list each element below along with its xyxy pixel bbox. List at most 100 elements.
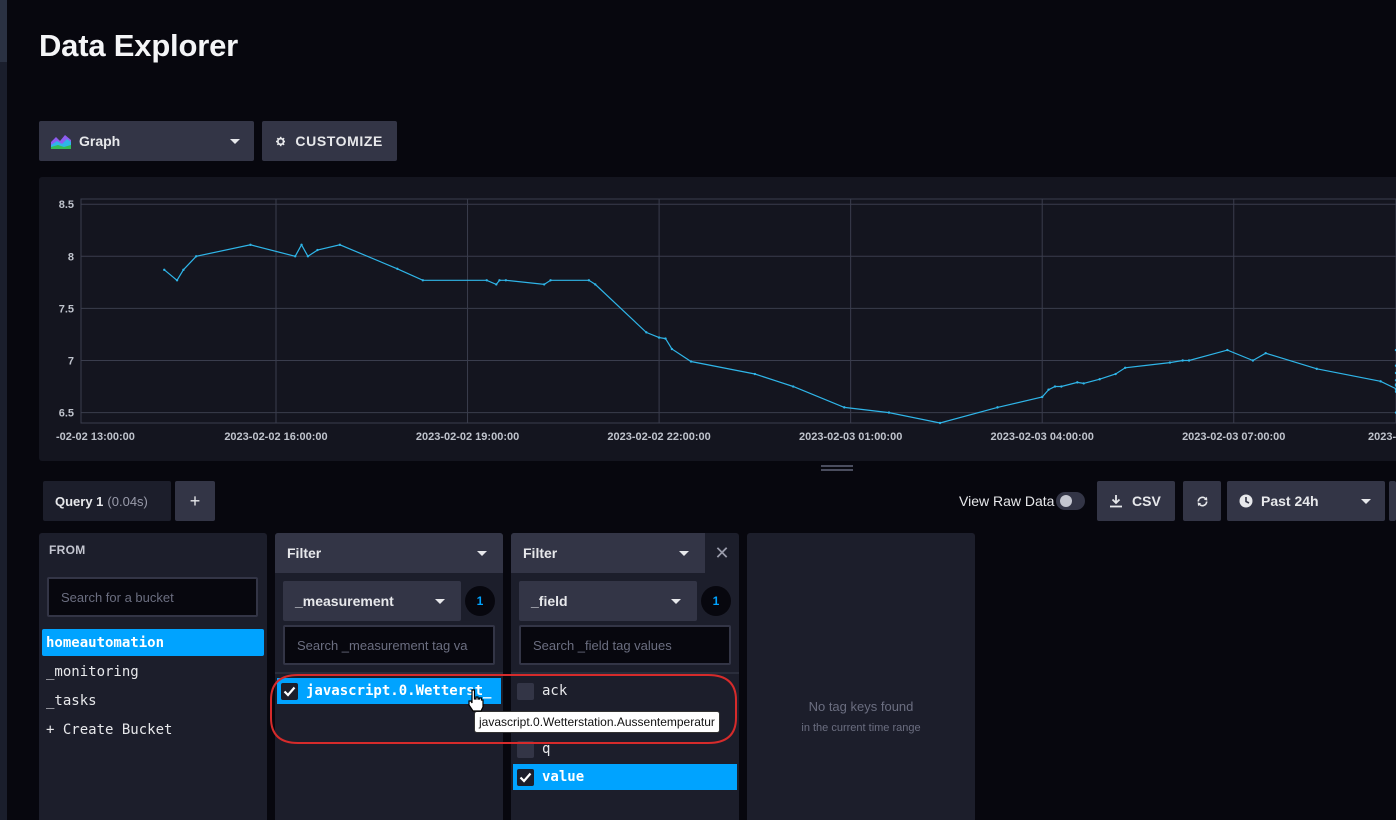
data-point bbox=[657, 336, 661, 339]
plot-frame bbox=[80, 198, 1396, 424]
data-point bbox=[1114, 372, 1117, 376]
graph-type-dropdown[interactable]: Graph bbox=[39, 121, 254, 161]
x-tick-label: 2023-02-03 07:00:00 bbox=[1182, 431, 1285, 443]
x-tick-label: 2023-02-02 16:00:00 bbox=[224, 431, 327, 443]
data-point bbox=[485, 279, 488, 282]
data-point bbox=[504, 279, 508, 282]
x-tick-label: 2023-02-02 19:00:00 bbox=[416, 431, 519, 443]
y-tick-label: 8 bbox=[68, 251, 74, 263]
empty-tag-keys-card: No tag keys found in the current time ra… bbox=[747, 533, 975, 820]
chevron-down-icon bbox=[435, 599, 445, 604]
checkbox-checked[interactable] bbox=[517, 768, 534, 786]
customize-label: CUSTOMIZE bbox=[295, 133, 383, 149]
data-point bbox=[587, 279, 591, 282]
y-tick-label: 7.5 bbox=[59, 303, 74, 315]
time-range-dropdown[interactable]: Past 24h bbox=[1227, 481, 1385, 521]
data-point bbox=[594, 283, 597, 286]
graph-type-label: Graph bbox=[79, 133, 121, 149]
data-point bbox=[338, 243, 342, 247]
data-point bbox=[791, 385, 795, 388]
customize-button[interactable]: CUSTOMIZE bbox=[262, 121, 397, 161]
field-value-item-value[interactable]: value bbox=[513, 764, 737, 790]
check-icon bbox=[519, 772, 532, 783]
data-point bbox=[1264, 351, 1267, 355]
data-point bbox=[1076, 381, 1079, 384]
data-point bbox=[664, 337, 667, 340]
annotation-ellipse bbox=[270, 674, 737, 744]
field-key-dropdown[interactable]: _field bbox=[519, 581, 697, 621]
data-point bbox=[1315, 367, 1318, 371]
data-point bbox=[753, 372, 757, 376]
graph-type-icon bbox=[51, 135, 71, 149]
csv-download-button[interactable]: CSV bbox=[1097, 481, 1175, 521]
query-tab-time: (0.04s) bbox=[107, 493, 148, 509]
data-point bbox=[182, 268, 185, 272]
data-point bbox=[1379, 380, 1382, 383]
empty-message: No tag keys found bbox=[808, 699, 914, 714]
add-query-button[interactable]: + bbox=[175, 481, 215, 521]
data-point bbox=[938, 421, 942, 425]
chevron-down-icon bbox=[1361, 498, 1371, 504]
field-search-input[interactable]: Search _field tag values bbox=[519, 625, 731, 665]
data-point bbox=[1098, 378, 1101, 381]
data-point bbox=[645, 331, 648, 334]
chevron-down-icon bbox=[671, 599, 681, 604]
data-point bbox=[194, 255, 198, 258]
query-tab-label: Query 1 bbox=[55, 493, 104, 509]
value-tooltip: javascript.0.Wetterstation.Aussentempera… bbox=[474, 711, 720, 733]
measurement-key-dropdown[interactable]: _measurement bbox=[283, 581, 461, 621]
data-point bbox=[163, 268, 166, 272]
filter-function-dropdown[interactable]: Filter bbox=[275, 533, 503, 573]
view-raw-data-toggle[interactable] bbox=[1056, 492, 1085, 510]
x-axis-ticks: -02-02 13:00:00 2023-02-02 16:00:00 2023-0… bbox=[56, 431, 1396, 443]
series-points bbox=[163, 243, 1396, 425]
refresh-button[interactable] bbox=[1183, 481, 1221, 521]
hand-cursor-icon bbox=[468, 689, 484, 712]
data-point bbox=[300, 243, 303, 247]
bucket-item-monitoring[interactable]: _monitoring bbox=[42, 658, 264, 685]
close-icon[interactable]: ✕ bbox=[712, 543, 732, 563]
query-tab[interactable]: Query 1 (0.04s) bbox=[43, 481, 171, 521]
refresh-icon bbox=[1196, 496, 1208, 506]
data-point bbox=[1181, 359, 1184, 362]
data-point bbox=[1047, 388, 1050, 391]
measurement-key-label: _measurement bbox=[295, 593, 394, 609]
data-point bbox=[996, 406, 999, 409]
data-point bbox=[1187, 359, 1191, 362]
bucket-search-input[interactable]: Search for a bucket bbox=[47, 577, 258, 617]
x-tick-label: 2023-02-02 22:00:00 bbox=[607, 431, 710, 443]
resize-handle[interactable] bbox=[821, 465, 853, 471]
vertical-gridlines bbox=[275, 199, 1235, 423]
time-range-label: Past 24h bbox=[1261, 493, 1319, 509]
data-point bbox=[689, 360, 693, 363]
data-point bbox=[670, 347, 674, 351]
horizontal-gridlines bbox=[81, 203, 1396, 414]
view-raw-data-label: View Raw Data bbox=[959, 493, 1055, 509]
filter-title: Filter bbox=[523, 545, 558, 561]
y-tick-label: 8.5 bbox=[59, 199, 74, 211]
filter-function-dropdown[interactable]: Filter bbox=[511, 533, 705, 573]
bucket-item-homeautomation[interactable]: homeautomation bbox=[42, 629, 264, 656]
data-point bbox=[1226, 348, 1229, 352]
gear-icon bbox=[276, 136, 286, 146]
data-point bbox=[1168, 361, 1172, 364]
clock-icon bbox=[1239, 494, 1253, 508]
data-point bbox=[306, 255, 310, 258]
selected-count-badge: 1 bbox=[701, 586, 731, 616]
csv-label: CSV bbox=[1132, 493, 1161, 509]
data-point bbox=[887, 411, 891, 414]
measurement-search-input[interactable]: Search _measurement tag va bbox=[283, 625, 495, 665]
graph-panel[interactable]: 8.5 8 7.5 7 6.5 -02-02 13:00:00 2023-02-02 16… bbox=[39, 177, 1396, 461]
data-point bbox=[396, 267, 399, 271]
submit-button-edge[interactable] bbox=[1389, 481, 1396, 521]
x-tick-label: -02-02 13:00:00 bbox=[56, 431, 135, 443]
data-point bbox=[1124, 366, 1127, 369]
data-point bbox=[549, 279, 552, 282]
create-bucket-button[interactable]: + Create Bucket bbox=[42, 716, 264, 743]
y-tick-label: 7 bbox=[68, 355, 74, 367]
chevron-down-icon bbox=[230, 138, 240, 144]
bucket-item-tasks[interactable]: _tasks bbox=[42, 687, 264, 714]
from-card: FROM Search for a bucket homeautomation … bbox=[39, 533, 267, 820]
from-title: FROM bbox=[49, 543, 86, 557]
nav-indicator bbox=[0, 0, 7, 62]
